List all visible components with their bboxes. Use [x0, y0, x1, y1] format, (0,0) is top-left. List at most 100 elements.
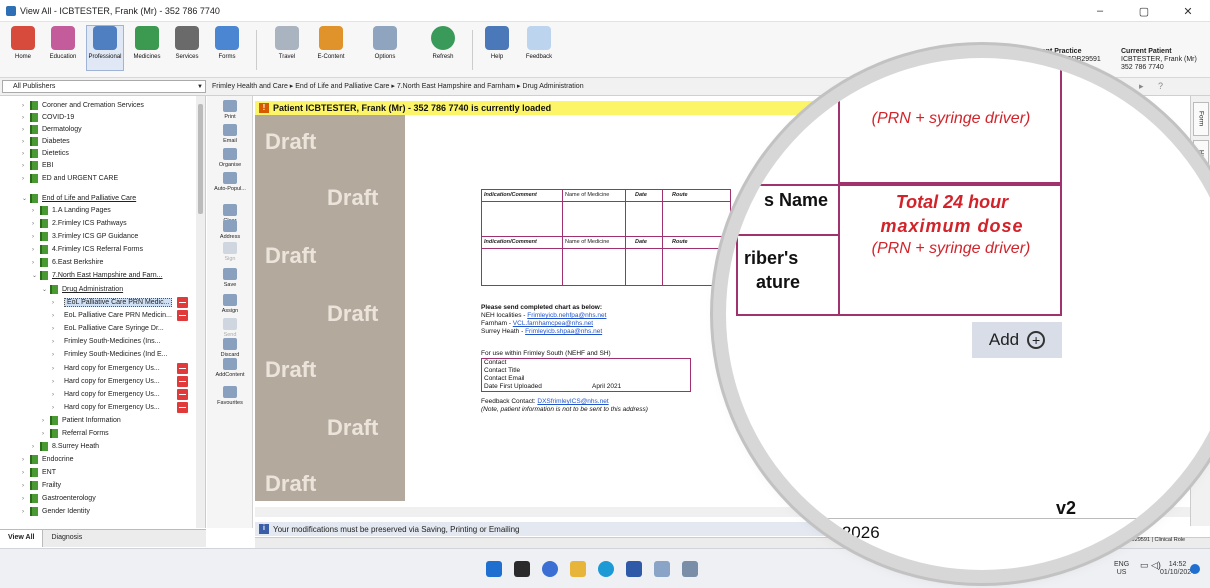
expand-icon[interactable]: › [52, 392, 60, 398]
scroll-thumb[interactable] [198, 104, 203, 214]
expand-icon[interactable]: › [52, 366, 60, 372]
expand-icon[interactable]: › [42, 431, 50, 437]
expand-icon[interactable]: › [52, 300, 60, 306]
home-button[interactable]: Home [6, 26, 40, 60]
tree-item[interactable]: › Hard copy for Emergency Us... [52, 401, 160, 414]
remove-icon[interactable] [177, 402, 188, 413]
surrey-email-link[interactable]: Frimleyicb.shpaa@nhs.net [525, 328, 602, 335]
remove-icon[interactable] [177, 310, 188, 321]
services-button[interactable]: Services [170, 26, 204, 60]
professional-button[interactable]: Professional [86, 25, 124, 71]
expand-icon[interactable]: › [22, 139, 30, 145]
expand-icon[interactable]: › [52, 313, 60, 319]
tree-item[interactable]: › EoL Palliative Care PRN Medic... [52, 296, 173, 309]
app-taskbar-icon[interactable] [682, 561, 698, 577]
minimize-button[interactable]: – [1078, 0, 1122, 22]
education-button[interactable]: Education [46, 26, 80, 60]
tree-item[interactable]: › 1.A Landing Pages [32, 204, 111, 217]
expand-icon[interactable]: › [22, 151, 30, 157]
expand-icon[interactable]: › [22, 103, 30, 109]
action-auto-popul-button[interactable]: Auto-Popul... [207, 172, 253, 192]
action-save-button[interactable]: Save [207, 268, 253, 288]
action-sign-button[interactable]: Sign [207, 242, 253, 262]
tree-item[interactable]: › Frimley South-Medicines (Ins... [52, 335, 160, 348]
neh-email-link[interactable]: Frimleyicb.nehfpa@nhs.net [527, 312, 606, 319]
tree-item[interactable]: › Gender Identity [22, 505, 90, 518]
expand-icon[interactable]: ⌄ [42, 286, 50, 293]
action-discard-button[interactable]: Discard [207, 338, 253, 358]
tree-item[interactable]: › ED and URGENT CARE [22, 172, 118, 185]
tree-item[interactable]: › 4.Frimley ICS Referral Forms [32, 243, 143, 256]
expand-icon[interactable]: › [22, 483, 30, 489]
action-send-button[interactable]: Send [207, 318, 253, 338]
expand-icon[interactable]: › [22, 115, 30, 121]
action-favourites-button[interactable]: Favourites [207, 386, 253, 406]
tree-item[interactable]: › EBI [22, 159, 53, 172]
tree-item[interactable]: › ENT [22, 466, 56, 479]
expand-icon[interactable]: › [22, 496, 30, 502]
tree-item[interactable]: › Frimley South-Medicines (Ind E... [52, 348, 167, 361]
forms-button[interactable]: Forms [210, 26, 244, 60]
tree-scrollbar[interactable] [196, 96, 205, 528]
expand-icon[interactable]: › [52, 379, 60, 385]
action-email-button[interactable]: Email [207, 124, 253, 144]
action-assign-button[interactable]: Assign [207, 294, 253, 314]
tree-item[interactable]: › 3.Frimley ICS GP Guidance [32, 230, 138, 243]
start-icon[interactable] [486, 561, 502, 577]
tree-item[interactable]: ⌄ Drug Administration [42, 283, 123, 296]
action-address-button[interactable]: Address [207, 220, 253, 240]
tree-item[interactable]: › EoL Palliative Care Syringe Dr... [52, 322, 164, 335]
tree-item[interactable]: › 8.Surrey Heath [32, 440, 99, 453]
tab-view-all[interactable]: View All [0, 530, 44, 547]
remove-icon[interactable] [177, 297, 188, 308]
expand-icon[interactable]: › [52, 405, 60, 411]
remove-icon[interactable] [177, 376, 188, 387]
refresh-button[interactable]: Refresh [426, 26, 460, 60]
tree-item[interactable]: › 6.East Berkshire [32, 256, 103, 269]
expand-icon[interactable]: › [32, 208, 40, 214]
econtent-button[interactable]: E-Content [314, 26, 348, 60]
expand-icon[interactable]: › [32, 247, 40, 253]
action-print-button[interactable]: Print [207, 100, 253, 120]
tree-item[interactable]: ⌄ 7.North East Hampshire and Farn... [32, 269, 163, 282]
tree-item[interactable]: › 2.Frimley ICS Pathways [32, 217, 127, 230]
add-button[interactable]: Add + [972, 322, 1062, 358]
feedback-button[interactable]: Feedback [522, 26, 556, 60]
expand-icon[interactable]: › [32, 234, 40, 240]
publisher-select[interactable]: All Publishers ▼ [2, 80, 206, 93]
expand-icon[interactable]: › [22, 509, 30, 515]
tree-item[interactable]: › EoL Palliative Care PRN Medicin... [52, 309, 172, 322]
feedback-email-link[interactable]: DXSfrimleyICS@nhs.net [537, 398, 608, 405]
store-icon[interactable] [626, 561, 642, 577]
expand-icon[interactable]: › [22, 163, 30, 169]
farnham-email-link[interactable]: VCL.farnhamcpea@nhs.net [513, 320, 593, 327]
tree-item[interactable]: › Gastroenterology [22, 492, 96, 505]
help-button[interactable]: Help [480, 26, 514, 60]
tree-item[interactable]: › Hard copy for Emergency Us... [52, 388, 160, 401]
remote-desktop-icon[interactable] [654, 561, 670, 577]
expand-icon[interactable]: ⌄ [32, 272, 40, 279]
expand-icon[interactable]: › [32, 444, 40, 450]
action-addcontent-button[interactable]: AddContent [207, 358, 253, 378]
expand-icon[interactable]: › [52, 352, 60, 358]
expand-icon[interactable]: › [42, 418, 50, 424]
expand-icon[interactable]: › [22, 470, 30, 476]
travel-button[interactable]: Travel [270, 26, 304, 60]
breadcrumb[interactable]: Frimley Health and Care ▸ End of Life an… [212, 81, 584, 92]
expand-icon[interactable]: › [22, 127, 30, 133]
task-view-icon[interactable] [514, 561, 530, 577]
expand-icon[interactable]: › [52, 339, 60, 345]
tree-item[interactable]: › Endocrine [22, 453, 74, 466]
restore-button[interactable]: ▢ [1122, 0, 1166, 22]
remove-icon[interactable] [177, 363, 188, 374]
expand-icon[interactable]: › [22, 457, 30, 463]
expand-icon[interactable]: › [32, 260, 40, 266]
options-button[interactable]: Options [368, 26, 402, 60]
close-button[interactable]: ✕ [1166, 0, 1210, 22]
expand-icon[interactable]: › [52, 326, 60, 332]
tree-item[interactable]: › Patient Information [42, 414, 121, 427]
file-explorer-icon[interactable] [570, 561, 586, 577]
expand-icon[interactable]: › [32, 221, 40, 227]
tree-item[interactable]: › Frailty [22, 479, 61, 492]
action-organise-button[interactable]: Organise [207, 148, 253, 168]
